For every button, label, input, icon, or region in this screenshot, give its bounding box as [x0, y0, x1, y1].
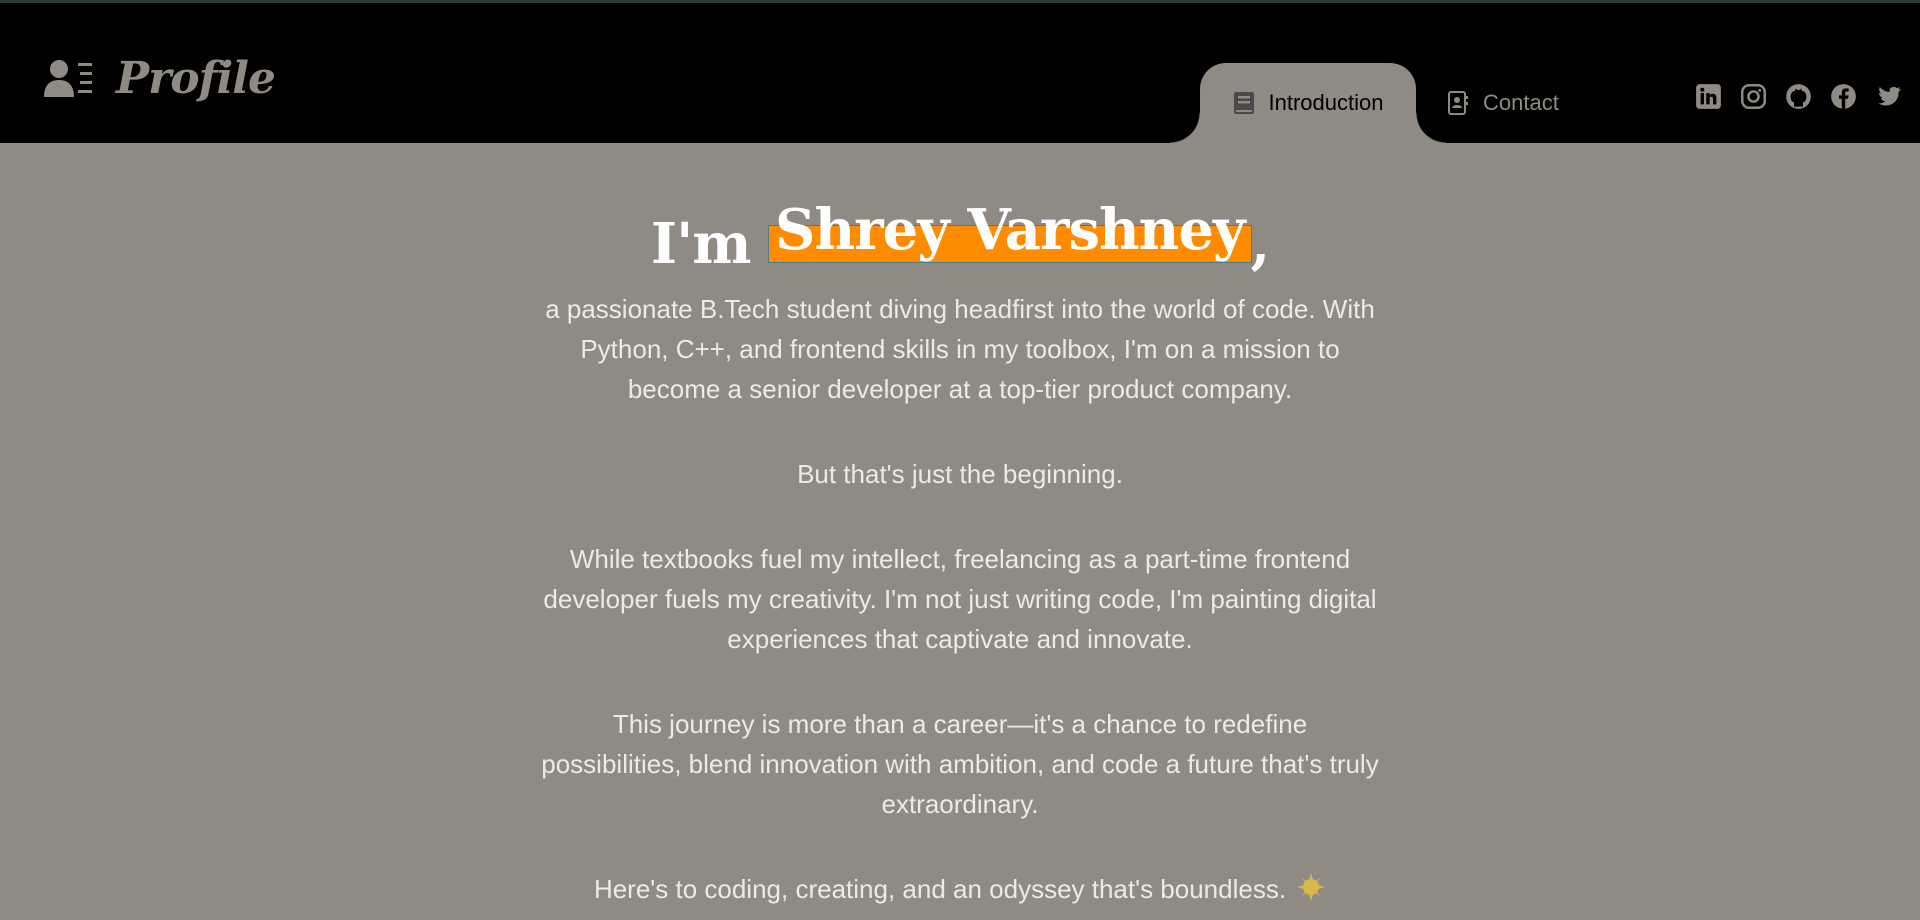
- brand-title: Profile: [116, 53, 276, 104]
- address-book-icon: [1448, 91, 1468, 115]
- instagram-icon[interactable]: [1740, 83, 1767, 110]
- tab-introduction[interactable]: Introduction: [1170, 63, 1446, 143]
- tab-contact[interactable]: Contact: [1447, 63, 1559, 143]
- journey-paragraph: This journey is more than a career—it's …: [541, 709, 1379, 819]
- closing-paragraph: Here's to coding, creating, and an odyss…: [540, 869, 1380, 909]
- intro-paragraph: a passionate B.Tech student diving headf…: [545, 294, 1375, 404]
- tab-contact-label: Contact: [1483, 90, 1559, 115]
- freelance-paragraph: While textbooks fuel my intellect, freel…: [543, 544, 1377, 654]
- hero-suffix: ,: [1250, 211, 1270, 277]
- hero-prefix: I'm: [650, 211, 752, 277]
- hero-name: Shrey Varshney: [775, 197, 1246, 263]
- introduction-section: I'm Shrey Varshney, a passionate B.Tech …: [0, 143, 1920, 909]
- sparkle-icon: [1297, 873, 1326, 901]
- hero-heading: I'm Shrey Varshney,: [0, 202, 1920, 277]
- book-icon: [1233, 92, 1254, 114]
- site-header: Profile Introduction Contact: [0, 3, 1920, 143]
- user-list-icon: [44, 59, 92, 97]
- beginning-paragraph: But that's just the beginning.: [797, 459, 1123, 489]
- social-links: [1695, 83, 1902, 110]
- closing-text: Here's to coding, creating, and an odyss…: [593, 874, 1287, 904]
- github-icon[interactable]: [1785, 83, 1812, 110]
- facebook-icon[interactable]: [1830, 83, 1857, 110]
- brand[interactable]: Profile: [44, 53, 276, 104]
- tab-introduction-label: Introduction: [1268, 90, 1384, 115]
- hero-name-highlight: Shrey Varshney: [768, 202, 1252, 263]
- twitter-icon[interactable]: [1875, 83, 1902, 110]
- linkedin-icon[interactable]: [1695, 83, 1722, 110]
